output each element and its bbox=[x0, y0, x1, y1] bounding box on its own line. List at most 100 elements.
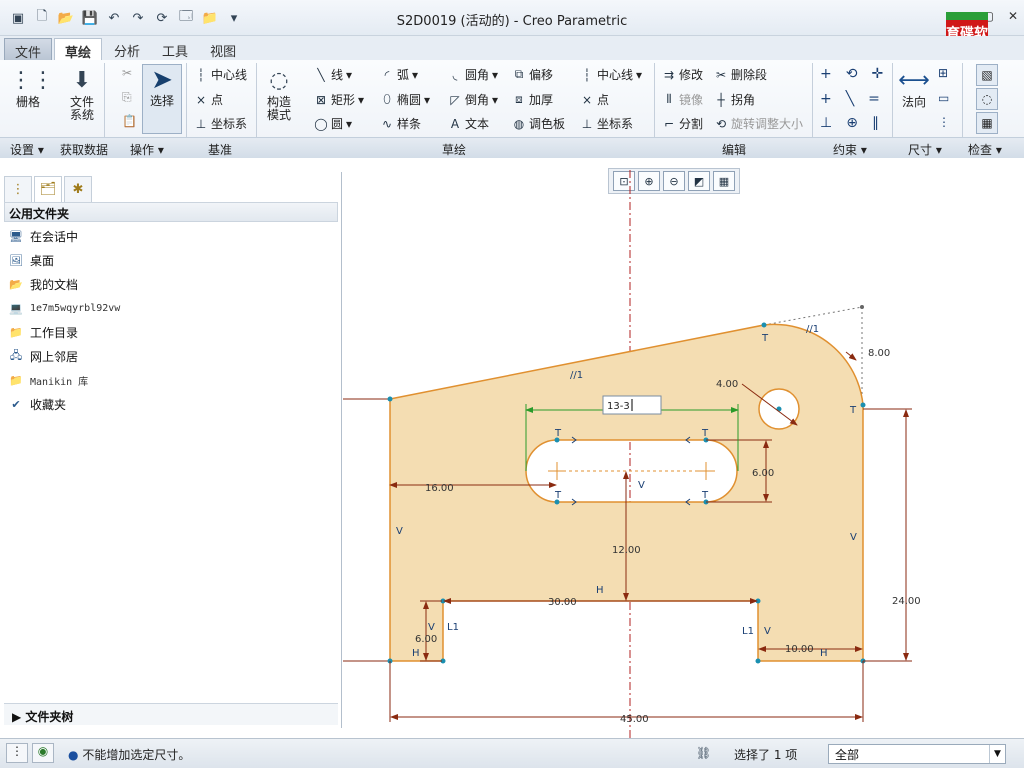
grid-button[interactable]: ⋮⋮ 栅格 bbox=[10, 66, 54, 109]
horizontal-constraint-icon[interactable]: + bbox=[820, 91, 832, 107]
dim-45: 45.00 bbox=[620, 714, 649, 725]
datum-centerline[interactable]: ┆ 中心线 bbox=[194, 66, 247, 83]
vertical-constraint-icon[interactable]: + bbox=[820, 66, 832, 82]
copy-icon[interactable]: ⎘ bbox=[122, 90, 132, 105]
folder-in-session[interactable]: 🖥 在会话中 bbox=[8, 224, 120, 248]
sketch-canvas: 16.00 6.00 12.00 4.00 8.00 30.00 24.00 6… bbox=[343, 170, 921, 738]
paste-icon[interactable]: 📋 bbox=[122, 114, 137, 128]
edit-delete-segment[interactable]: ✂ 删除段 bbox=[714, 66, 767, 83]
equal-constraint-icon[interactable]: = bbox=[868, 91, 880, 107]
chevron-down-icon: ▼ bbox=[989, 745, 1005, 763]
cut-icon[interactable]: ✂ bbox=[122, 66, 132, 80]
sketch-circle[interactable]: ◯ 圆 ▾ bbox=[314, 115, 352, 132]
window-title: S2D0019 (活动的) - Creo Parametric bbox=[396, 14, 628, 29]
coincident-constraint-icon[interactable]: ╲ bbox=[846, 91, 854, 107]
edit-mirror[interactable]: ⫴ 镜像 bbox=[662, 91, 703, 108]
folder-manikin[interactable]: 📁 Manikin 库 bbox=[8, 368, 120, 392]
sketch-arc[interactable]: ◜ 弧 ▾ bbox=[380, 66, 418, 83]
spline-icon: ∿ bbox=[381, 116, 393, 131]
tab-analysis[interactable]: 分析 bbox=[104, 38, 150, 60]
close-button[interactable]: ✕ bbox=[1008, 9, 1018, 23]
sketch-centerline[interactable]: ┆ 中心线 ▾ bbox=[580, 66, 642, 83]
group-datum: 基准 bbox=[208, 143, 233, 157]
filter-select[interactable]: 全部 ▼ bbox=[828, 744, 1006, 764]
group-dimension[interactable]: 尺寸 ▾ bbox=[908, 141, 942, 158]
datum-csys[interactable]: ⊥ 坐标系 bbox=[194, 115, 247, 132]
file-system-icon: ⬇ bbox=[72, 68, 92, 93]
group-get-data: 获取数据 bbox=[60, 143, 109, 157]
sketch-spline[interactable]: ∿ 样条 bbox=[380, 115, 421, 132]
baseline-icon[interactable]: ⊞ bbox=[938, 66, 948, 80]
folder-network[interactable]: 🖧 网上邻居 bbox=[8, 344, 120, 368]
edit-modify[interactable]: ⇉ 修改 bbox=[662, 66, 703, 83]
group-operations[interactable]: 操作 ▾ bbox=[130, 141, 164, 158]
edit-corner[interactable]: ┼ 拐角 bbox=[714, 91, 755, 108]
sketch-text[interactable]: A 文本 bbox=[448, 115, 489, 132]
model-tree-toggle-icon[interactable]: ⋮ bbox=[6, 743, 28, 763]
folder-computer[interactable]: 💻 1e7m5wqyrbl92vw bbox=[8, 296, 120, 320]
tab-file[interactable]: 文件 bbox=[4, 38, 53, 61]
browser-toggle-icon[interactable]: ◉ bbox=[32, 743, 54, 763]
chamfer-icon: ◸ bbox=[450, 92, 460, 107]
parallel-constraint-icon[interactable]: ∥ bbox=[872, 115, 879, 131]
graphics-window[interactable]: ⊡ ⊕ ⊖ ◩ ▦ 16.00 6.00 12.00 4.00 8.00 30.… bbox=[343, 160, 1024, 738]
edit-divide[interactable]: ⌐ 分割 bbox=[662, 115, 703, 132]
circle-icon: ◯ bbox=[314, 116, 328, 131]
sketch-line[interactable]: ╲ 线 ▾ bbox=[314, 66, 352, 83]
arc-icon: ◜ bbox=[384, 67, 390, 82]
sketch-offset[interactable]: ⧉ 偏移 bbox=[512, 66, 553, 83]
status-bar: ⋮ ◉ ● 不能增加选定尺寸。 ⛓ 选择了 1 项 全部 ▼ bbox=[0, 738, 1024, 768]
edit-rotate-resize[interactable]: ⟲ 旋转调整大小 bbox=[714, 115, 803, 132]
midpoint-constraint-icon[interactable]: ✛ bbox=[871, 66, 883, 82]
constraints-row2: + ╲ = bbox=[820, 91, 880, 107]
desktop-icon: 🖼 bbox=[9, 253, 23, 267]
group-inspect[interactable]: 检查 ▾ bbox=[968, 141, 1002, 158]
selection-count: 选择了 1 项 bbox=[734, 748, 798, 762]
sketch-thicken[interactable]: ⧈ 加厚 bbox=[512, 91, 553, 108]
dim-10: 10.00 bbox=[785, 644, 814, 655]
sketch-rectangle[interactable]: ⊠ 矩形 ▾ bbox=[314, 91, 364, 108]
datum-point[interactable]: × 点 bbox=[194, 91, 223, 108]
perpendicular-constraint-icon[interactable]: ⊥ bbox=[820, 115, 832, 131]
folder-working-directory[interactable]: 📁 工作目录 bbox=[8, 320, 120, 344]
sketch-palette[interactable]: ◍ 调色板 bbox=[512, 115, 565, 132]
group-constrain[interactable]: 约束 ▾ bbox=[833, 141, 867, 158]
folder-browser-tab-icon[interactable]: 🗂 bbox=[34, 176, 62, 202]
sketch-ellipse[interactable]: ⬯ 椭圆 ▾ bbox=[380, 91, 430, 108]
dim-6-notch: 6.00 bbox=[415, 634, 437, 645]
tab-view[interactable]: 视图 bbox=[200, 38, 246, 60]
sketch-csys[interactable]: ⊥ 坐标系 bbox=[580, 115, 633, 132]
tab-tools[interactable]: 工具 bbox=[152, 38, 198, 60]
highlight-open-ends-icon[interactable]: ◌ bbox=[976, 88, 998, 110]
select-button[interactable]: ➤ 选择 bbox=[142, 64, 182, 134]
file-system-button[interactable]: ⬇ 文件系统 bbox=[64, 66, 100, 122]
svg-text:H: H bbox=[596, 585, 604, 596]
sketch-point[interactable]: × 点 bbox=[580, 91, 609, 108]
favorites-tab-icon[interactable]: ✱ bbox=[64, 176, 92, 202]
folder-my-documents[interactable]: 📂 我的文档 bbox=[8, 272, 120, 296]
model-tree-tab-icon[interactable]: ⋮ bbox=[4, 176, 32, 202]
overlap-geometry-icon[interactable]: ▧ bbox=[976, 64, 998, 86]
palette-icon: ◍ bbox=[513, 116, 525, 131]
favorites-icon: ✔ bbox=[11, 397, 21, 411]
folder-favorites[interactable]: ✔ 收藏夹 bbox=[8, 392, 120, 416]
divide-icon: ⌐ bbox=[663, 116, 675, 131]
dimension-edit-value[interactable]: 13-3 bbox=[607, 401, 630, 412]
centerline-icon: ┆ bbox=[583, 67, 591, 82]
shade-closed-loops-icon[interactable]: ▦ bbox=[976, 112, 998, 134]
construction-mode-button[interactable]: ◌ 构造模式 bbox=[262, 66, 296, 122]
folder-tree-toggle[interactable]: ▶ 文件夹树 bbox=[4, 703, 338, 725]
normal-dimension-button[interactable]: ⟷ 法向 bbox=[896, 66, 932, 109]
tangent-constraint-icon[interactable]: ⟲ bbox=[846, 66, 858, 82]
sketch-fillet[interactable]: ◟ 圆角 ▾ bbox=[448, 66, 498, 83]
svg-text:L1: L1 bbox=[447, 622, 459, 633]
svg-text:T: T bbox=[554, 428, 562, 439]
sketch-chamfer[interactable]: ◸ 倒角 ▾ bbox=[448, 91, 498, 108]
symmetric-constraint-icon[interactable]: ⊕ bbox=[846, 115, 858, 131]
folder-desktop[interactable]: 🖼 桌面 bbox=[8, 248, 120, 272]
reference-icon[interactable]: ▭ bbox=[938, 91, 949, 105]
tab-sketch[interactable]: 草绘 bbox=[54, 38, 103, 61]
group-setup[interactable]: 设置 ▾ bbox=[10, 141, 44, 158]
selection-filter-icon[interactable]: ⛓ bbox=[696, 746, 711, 760]
perimeter-icon[interactable]: ⋮ bbox=[938, 115, 950, 129]
